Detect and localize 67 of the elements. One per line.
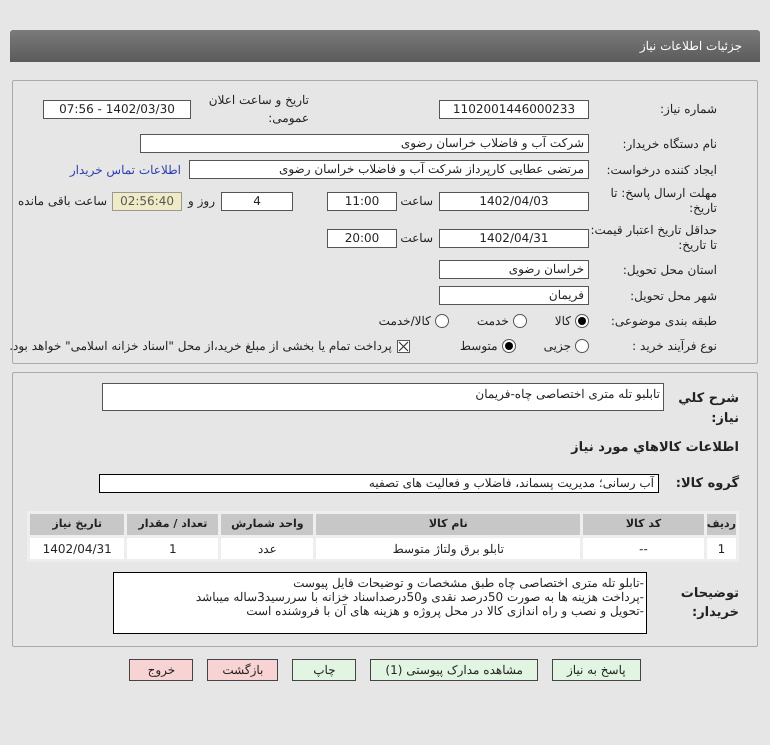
action-button[interactable]: چاپ xyxy=(292,659,356,681)
contact-link[interactable]: اطلاعات تماس خریدار xyxy=(70,160,181,178)
action-button[interactable]: مشاهده مدارک پیوستی (1) xyxy=(370,659,538,681)
field-label: شماره نیاز: xyxy=(659,101,717,118)
radio-button[interactable] xyxy=(512,314,527,328)
table-cell: تابلو برق ولتاژ متوسط xyxy=(314,536,582,560)
field-label: ایجاد کننده درخواست: xyxy=(605,162,717,178)
text-field[interactable]: 20:00 xyxy=(327,228,397,248)
checkbox[interactable] xyxy=(396,340,410,352)
field-text: پرداخت تمام یا بخشی از مبلغ خرید،از محل "اسناد خزانه اسلامی" خواهد بود. xyxy=(9,338,392,355)
text-field[interactable]: 4 xyxy=(221,192,294,210)
field-label: نوع فرآیند خرید : xyxy=(631,338,717,355)
column-header: ردیف xyxy=(705,512,738,536)
note-line: -پرداخت هزینه ها به صورت 50درصد نقدی و50درصداسناد خزانه با سررسید3ساله میباشد xyxy=(194,590,644,604)
text-field[interactable]: آب رسانی؛ مدیریت پسماند، فاضلاب و فعالیت های تصفیه xyxy=(99,474,659,493)
action-button[interactable]: پاسخ به نیاز xyxy=(552,659,641,681)
note-line: -تحویل و نصب و راه اندازی کالا در محل پروژه و هزینه های آن با فروشنده است xyxy=(246,604,644,618)
column-header: واحد شمارش xyxy=(220,512,315,536)
notes-box[interactable] xyxy=(113,572,647,634)
field-text: جزیی xyxy=(544,338,571,355)
table-cell: 1402/04/31 xyxy=(28,536,126,560)
text-field[interactable]: 1402/03/30 - 07:56 xyxy=(43,100,191,118)
column-header: کد کالا xyxy=(582,512,706,536)
column-header: تعداد / مقدار xyxy=(126,512,220,536)
table-cell: 1 xyxy=(126,536,220,560)
field-text: ساعت xyxy=(399,230,434,247)
field-label: استان محل تحویل: xyxy=(622,262,717,278)
field-text: خدمت xyxy=(476,313,509,330)
radio-button[interactable] xyxy=(502,339,516,353)
field-label: شرح كلي نياز: xyxy=(677,390,739,428)
field-label: حداقل تاریخ اعتبار قیمت: تا تاریخ: xyxy=(589,223,717,253)
field-label: توضیحات خریدار: xyxy=(680,584,739,622)
action-button[interactable]: بازگشت xyxy=(207,659,278,681)
field-label: گروه کالا: xyxy=(674,474,739,492)
countdown-field: 02:56:40 xyxy=(112,192,182,210)
field-text: ساعت xyxy=(399,193,434,210)
field-text: ساعت باقی مانده xyxy=(17,193,108,210)
field-label: تاریخ و ساعت اعلان عمومی: xyxy=(208,92,309,127)
radio-button[interactable] xyxy=(434,314,449,328)
field-label: مهلت ارسال پاسخ: تا تاریخ: xyxy=(609,186,717,216)
field-label: شهر محل تحویل: xyxy=(629,288,717,304)
radio-button[interactable] xyxy=(575,339,589,353)
text-field[interactable]: شرکت آب و فاضلاب خراسان رضوی xyxy=(140,134,589,153)
section-heading: اطلاعات كالاهاي مورد نياز xyxy=(570,439,739,457)
text-field[interactable]: مرتضی عطایی کارپرداز شرکت آب و فاضلاب خراسان رضوی xyxy=(189,160,589,179)
text-field[interactable]: 1102001446000233 xyxy=(439,100,589,118)
field-text: روز و xyxy=(186,193,216,210)
field-text: متوسط xyxy=(460,338,498,355)
field-label: نام دستگاه خریدار: xyxy=(622,136,717,152)
text-field[interactable]: خراسان رضوی xyxy=(439,260,589,279)
table-cell: 1 xyxy=(705,536,738,560)
page-title: جزئیات اطلاعات نیاز xyxy=(640,38,742,55)
note-line: -تابلو تله متری اختصاصی چاه طبق مشخصات و توضیحات فایل پیوست xyxy=(292,576,644,590)
text-field[interactable]: 11:00 xyxy=(327,192,397,210)
column-header: تاریخ نیاز xyxy=(28,512,126,536)
field-text: کالا xyxy=(554,313,571,330)
table-cell: عدد xyxy=(220,536,315,560)
text-field[interactable]: فریمان xyxy=(439,286,589,305)
action-button[interactable]: خروج xyxy=(129,659,194,681)
text-field[interactable]: 1402/04/03 xyxy=(439,192,589,210)
radio-button[interactable] xyxy=(575,314,589,328)
summary-box[interactable]: تابلبو تله متری اختصاصی چاه-فریمان xyxy=(102,383,664,411)
field-label: طبقه بندی موضوعی: xyxy=(610,313,717,330)
table-cell: -- xyxy=(582,536,706,560)
field-text: کالا/خدمت xyxy=(378,313,431,330)
text-field[interactable]: 1402/04/31 xyxy=(439,228,589,248)
column-header: نام کالا xyxy=(314,512,582,536)
